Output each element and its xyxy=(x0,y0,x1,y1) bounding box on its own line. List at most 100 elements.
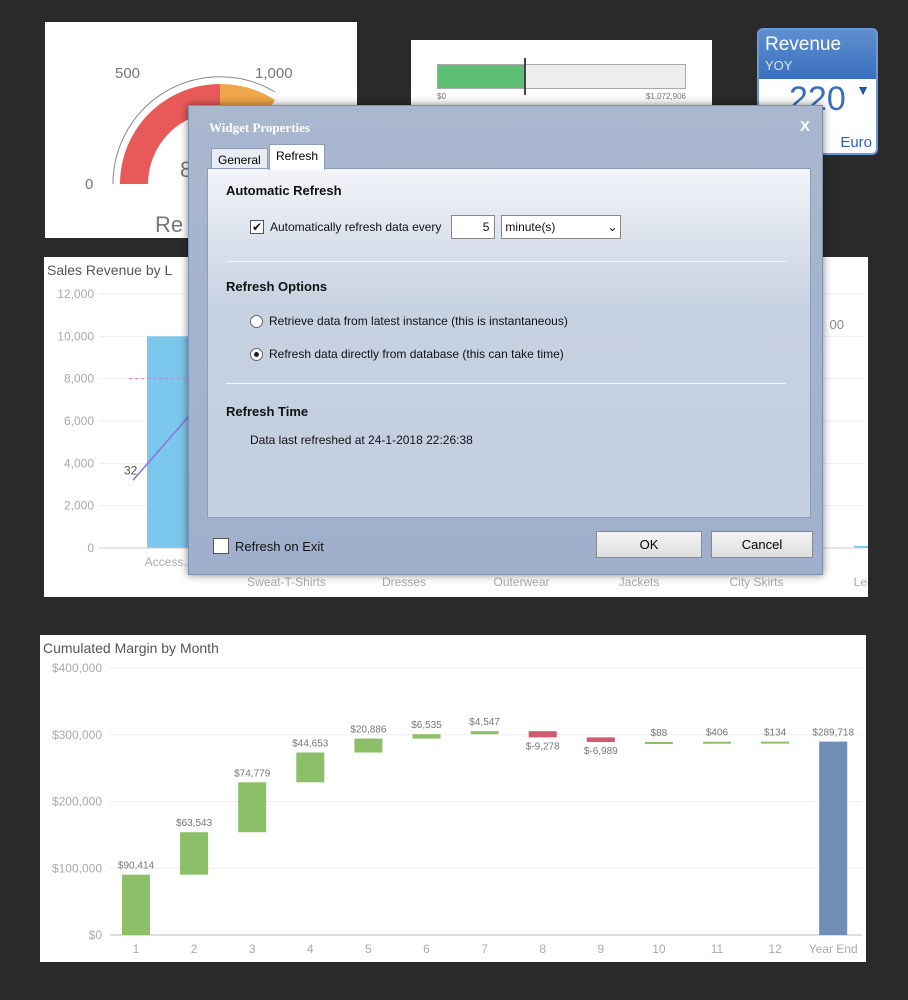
waterfall-bar xyxy=(412,734,441,739)
option-latest-instance[interactable]: Retrieve data from latest instance (this… xyxy=(250,314,568,328)
y-tick-label: 12,000 xyxy=(57,287,94,301)
data-label: $289,718 xyxy=(812,728,854,739)
unit-value: minute(s) xyxy=(505,220,556,234)
tile-subtitle: YOY xyxy=(765,58,793,73)
widget-properties-dialog: Widget Properties X General Refresh Auto… xyxy=(188,105,823,575)
refresh-on-exit-checkbox[interactable] xyxy=(213,538,229,554)
interval-unit-select[interactable]: minute(s) ⌄ xyxy=(501,215,622,239)
data-label: $-6,989 xyxy=(584,746,618,757)
x-tick-label: 12 xyxy=(768,942,782,956)
y-tick-label: 2,000 xyxy=(64,499,94,513)
data-label: $-9,278 xyxy=(526,741,560,752)
y-tick-label: 4,000 xyxy=(64,456,94,470)
close-icon[interactable]: X xyxy=(800,118,810,135)
x-tick-label: 1 xyxy=(133,942,140,956)
y-tick-label: 8,000 xyxy=(64,372,94,386)
radio-latest[interactable] xyxy=(250,314,263,328)
y-tick-label: $0 xyxy=(89,928,103,942)
refresh-on-exit-label: Refresh on Exit xyxy=(235,538,324,554)
bullet-min: $0 xyxy=(437,92,446,101)
x-tick-label: City Skirts xyxy=(730,575,784,589)
x-tick-label: 4 xyxy=(307,942,314,956)
gauge-tick: 0 xyxy=(85,176,93,193)
section-heading: Automatic Refresh xyxy=(226,183,342,198)
data-label: $88 xyxy=(651,728,668,739)
data-label: $6,535 xyxy=(411,720,442,731)
refresh-tab-pane: Automatic Refresh ✔ Automatically refres… xyxy=(207,168,811,518)
x-tick-label: 9 xyxy=(597,942,604,956)
section-heading: Refresh Options xyxy=(226,279,328,294)
interval-input[interactable]: 5 xyxy=(451,215,496,239)
y-tick-label: $100,000 xyxy=(52,861,102,875)
radio-database[interactable] xyxy=(250,347,263,361)
bullet-widget: $0 $1,072,906 xyxy=(411,40,712,110)
waterfall-bar xyxy=(238,782,267,833)
tile-unit: Euro xyxy=(840,134,872,151)
data-label: $63,543 xyxy=(176,818,213,829)
y-tick-label: 10,000 xyxy=(57,329,94,343)
chevron-down-icon: ⌄ xyxy=(607,220,618,234)
trend-down-icon: ▼ xyxy=(856,82,870,98)
waterfall-bar xyxy=(470,731,499,735)
data-label: $134 xyxy=(764,728,787,739)
auto-refresh-label: Automatically refresh data every xyxy=(270,220,442,234)
divider xyxy=(226,383,786,384)
x-tick-label: 3 xyxy=(249,942,256,956)
line-data-label: 32 xyxy=(124,463,138,477)
y-tick-label: 6,000 xyxy=(64,414,94,428)
y-tick-label: $400,000 xyxy=(52,661,102,675)
dialog-title: Widget Properties xyxy=(209,120,310,135)
x-tick-label: 10 xyxy=(652,942,666,956)
waterfall-bar xyxy=(644,741,673,744)
waterfall-bar xyxy=(703,741,731,744)
option-label: Retrieve data from latest instance (this… xyxy=(269,314,568,328)
bullet-track xyxy=(437,64,686,89)
waterfall-bar xyxy=(819,741,848,935)
ok-button[interactable]: OK xyxy=(596,531,702,558)
waterfall-plot: $0 $100,000 $200,000 $300,000 $400,000 $90,41… xyxy=(52,661,862,956)
waterfall-bar xyxy=(180,832,209,875)
option-database[interactable]: Refresh data directly from database (thi… xyxy=(250,347,564,361)
x-tick-label: Leather xyxy=(854,575,868,589)
waterfall-bar xyxy=(586,737,615,743)
tab-general[interactable]: General xyxy=(211,148,268,170)
bullet-fill xyxy=(438,65,525,88)
y-tick-label: 0 xyxy=(87,541,94,555)
divider xyxy=(226,261,786,262)
x-tick-label: Jackets xyxy=(619,575,660,589)
y-tick-label: $300,000 xyxy=(52,728,102,742)
cancel-button[interactable]: Cancel xyxy=(711,531,813,558)
x-tick-label: 6 xyxy=(423,942,430,956)
waterfall-bar xyxy=(296,752,325,783)
x-tick-label: Dresses xyxy=(382,575,426,589)
waterfall-bar xyxy=(122,874,150,935)
auto-refresh-checkbox[interactable]: ✔ xyxy=(250,220,264,234)
x-tick-label: Year End xyxy=(809,942,858,956)
bullet-max: $1,072,906 xyxy=(645,92,686,101)
section-heading: Refresh Time xyxy=(226,404,309,419)
x-tick-label: 11 xyxy=(711,942,724,956)
x-tick-label: Access... xyxy=(145,555,194,569)
gauge-title: Re xyxy=(155,212,183,237)
auto-refresh-row: ✔ Automatically refresh data every 5 min… xyxy=(250,215,622,239)
refresh-on-exit[interactable]: Refresh on Exit xyxy=(213,538,324,554)
data-label: $406 xyxy=(706,728,729,739)
tab-refresh[interactable]: Refresh xyxy=(269,144,326,170)
x-tick-label: 7 xyxy=(481,942,488,956)
x-tick-label: Outerwear xyxy=(493,575,549,589)
y-tick-label: $200,000 xyxy=(52,795,102,809)
data-label: $4,547 xyxy=(469,717,500,728)
last-refreshed-text: Data last refreshed at 24-1-2018 22:26:3… xyxy=(250,433,473,447)
bullet-target xyxy=(524,58,526,95)
waterfall-bar xyxy=(528,731,557,738)
cumulated-margin-chart: Cumulated Margin by Month $0 $100,000 $200… xyxy=(40,635,866,962)
option-label: Refresh data directly from database (thi… xyxy=(269,347,564,361)
data-label: $90,414 xyxy=(118,861,155,872)
x-tick-label: 2 xyxy=(191,942,198,956)
x-tick-label: 5 xyxy=(365,942,372,956)
waterfall-bar xyxy=(354,738,383,753)
gauge-tick: 1,000 xyxy=(255,65,293,82)
x-tick-label: 8 xyxy=(539,942,546,956)
data-label: $44,653 xyxy=(292,739,329,750)
data-label: $20,886 xyxy=(350,725,387,736)
